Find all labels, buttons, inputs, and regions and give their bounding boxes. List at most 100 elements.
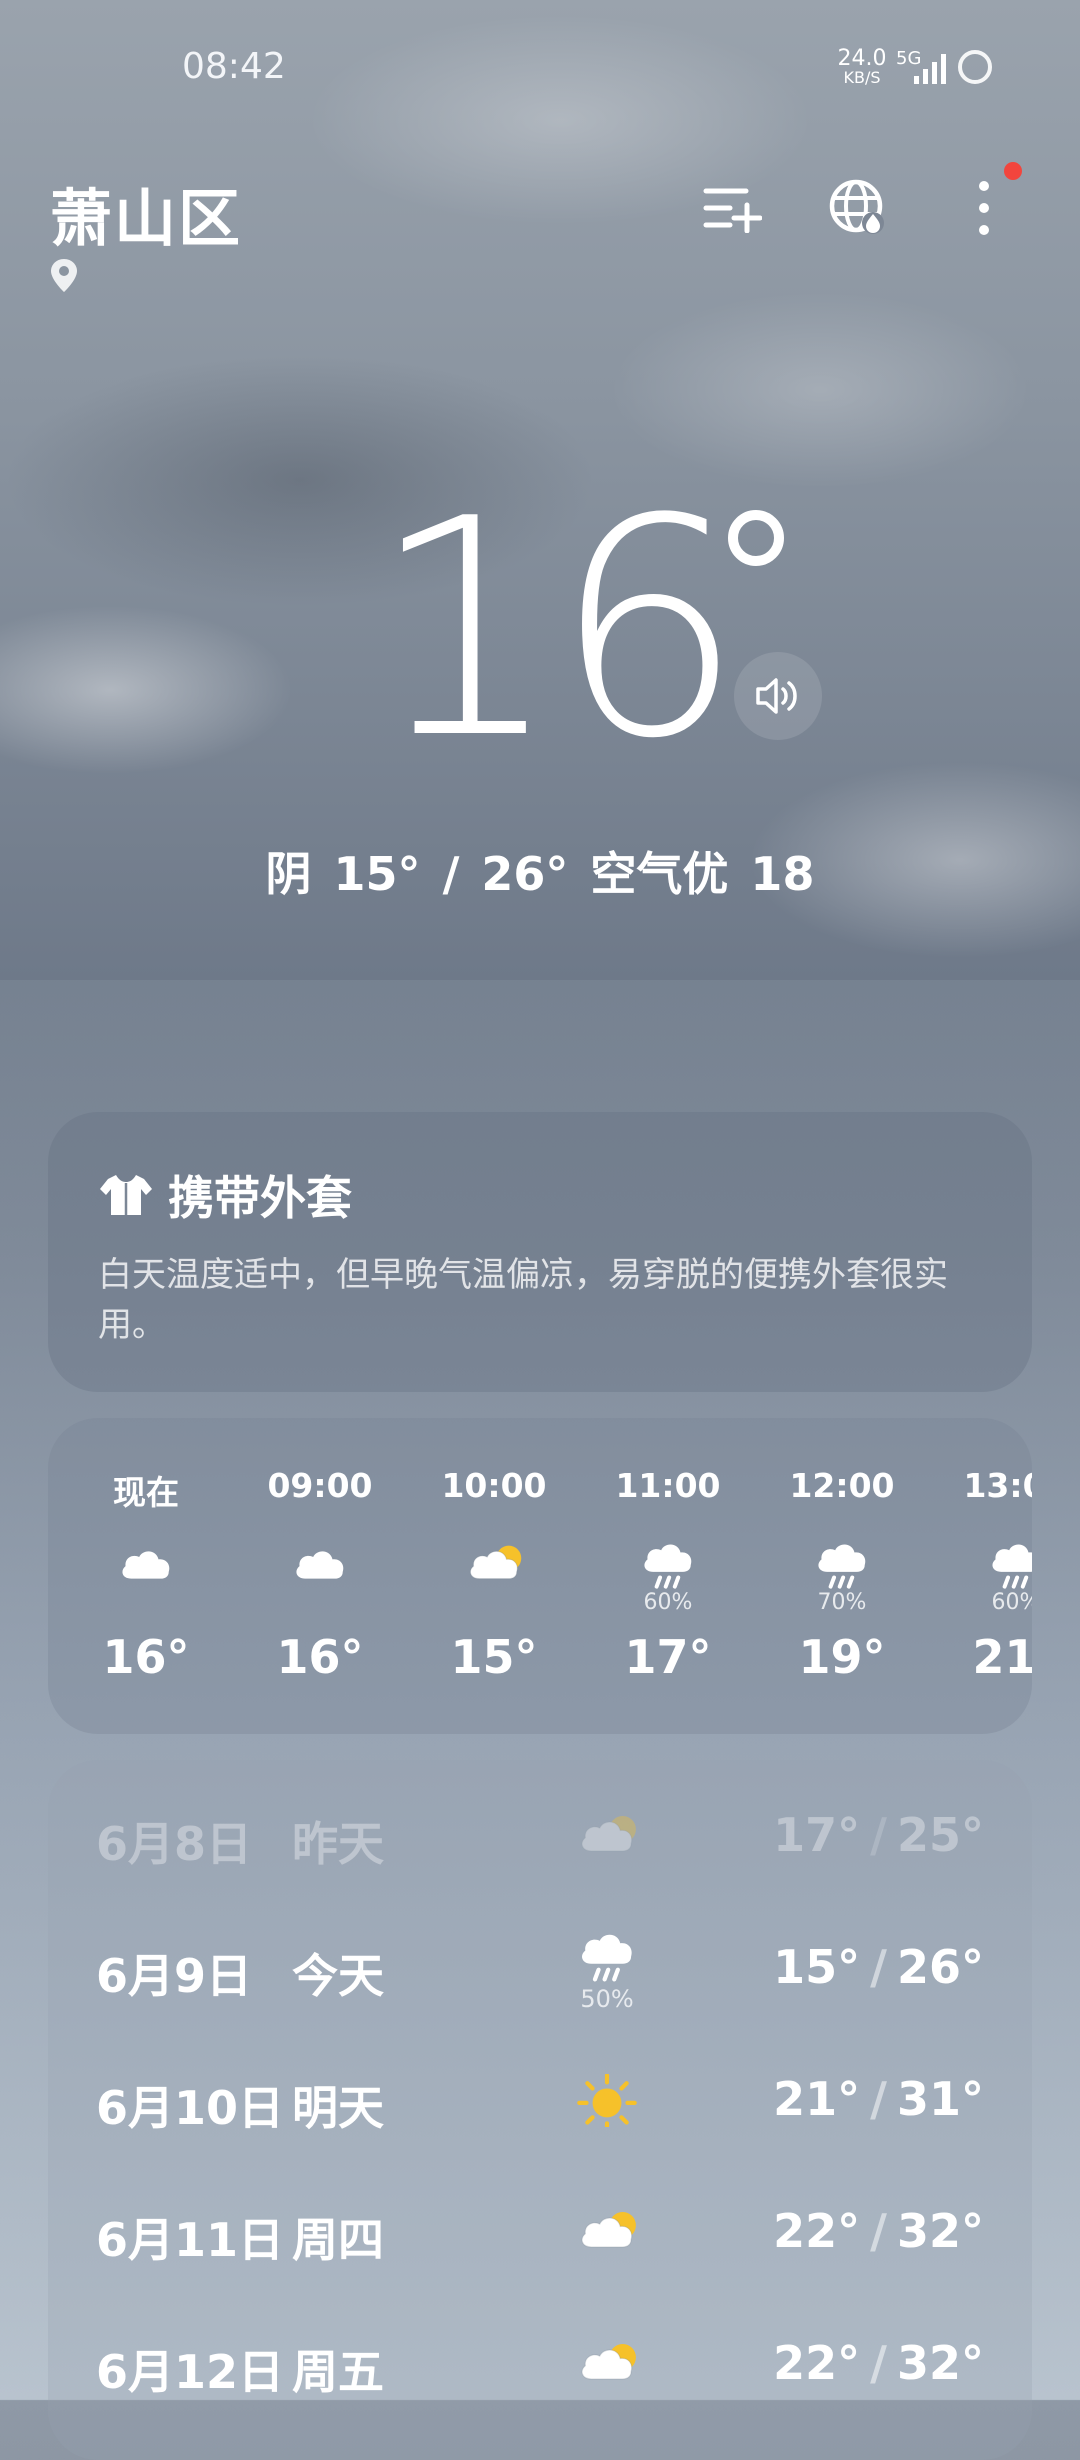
hourly-time: 10:00 [441,1466,547,1505]
partly-cloudy-icon [581,2212,636,2248]
daily-low: 17° [773,1808,861,1862]
hourly-temp: 19° [798,1630,886,1684]
daily-range: 17°/25° [773,1808,984,1862]
daily-range: 21°/31° [773,2072,984,2126]
hourly-icon-wrap [424,1510,564,1590]
voice-broadcast-button[interactable] [734,652,822,740]
hourly-temp: 21° [972,1630,1032,1684]
daily-icon-wrap [552,2074,662,2127]
daily-icon-wrap [552,2338,662,2391]
daily-row[interactable]: 6月8日 昨天 17°/25° [48,1808,1032,1918]
hourly-icon-wrap [250,1510,390,1590]
daily-row[interactable]: 6月11日 周四 22°/32° [48,2204,1032,2314]
network-speed: 24.0 KB/S [837,46,887,87]
range-separator: / [870,2072,887,2126]
daily-range: 15°/26° [773,1940,984,1994]
range-separator: / [870,2204,887,2258]
daily-high: 32° [896,2204,984,2258]
hourly-precip [250,1590,390,1616]
battery-icon [958,50,992,84]
daily-day: 今天 [292,1949,384,2003]
daily-forecast-card[interactable]: 6月8日 昨天 17°/25° 6月9日 今天 50% 15°/26° 6月10… [48,1760,1032,2460]
hourly-precip [76,1590,216,1616]
hourly-precip [424,1590,564,1616]
cloudy-icon [296,1551,344,1579]
hourly-temp: 15° [450,1630,538,1684]
daily-high: 31° [896,2072,984,2126]
tip-text: 白天温度适中，但早晚气温偏凉，易穿脱的便携外套很实用。 [98,1255,948,1345]
location-pin-icon [51,259,77,292]
hourly-icon-wrap [946,1510,1032,1590]
hourly-icon-wrap [772,1510,912,1590]
daily-range: 22°/32° [773,2204,984,2258]
hourly-item: 11:00 60% 17° [598,1466,738,1684]
more-button[interactable] [944,168,1024,248]
daily-row[interactable]: 6月9日 今天 50% 15°/26° [48,1934,1032,2050]
hourly-time: 现在 [113,1473,179,1512]
daily-icon-wrap [552,2206,662,2259]
clock: 08:42 [182,46,286,87]
add-city-icon [703,188,762,233]
tip-title: 携带外套 [98,1162,352,1228]
daily-icon-wrap [552,1810,662,1863]
weather-summary: 阴 15° / 26° 空气优 18 [265,847,815,901]
notification-dot [1004,162,1022,180]
daily-date: 6月8日 [96,1817,253,1871]
daily-low: 22° [773,2204,861,2258]
hourly-item: 09:00 16° [250,1466,390,1684]
rain-icon [582,1934,632,1982]
daily-row[interactable]: 6月12日 周五 22°/32° [48,2336,1032,2446]
header: 萧山区 [0,150,1080,300]
daily-date: 6月11日 [96,2213,285,2267]
add-city-button[interactable] [692,168,772,248]
current-temperature: 16 [370,455,744,804]
cloudy-icon [122,1551,170,1579]
rain-icon [818,1544,866,1589]
hourly-forecast-card[interactable]: 现在 16° 09:00 16° 10:00 15° 11:00 60% 17° 12:… [48,1418,1032,1734]
hourly-item: 10:00 15° [424,1466,564,1684]
clothing-tip-card[interactable]: 携带外套 白天温度适中，但早晚气温偏凉，易穿脱的便携外套很实用。 [48,1112,1032,1392]
signal-icon [914,54,946,84]
daily-low: 21° [773,2072,861,2126]
hourly-item: 13:00 60% 21° [946,1466,1032,1684]
hourly-time: 09:00 [267,1466,373,1505]
speaker-icon [756,678,797,714]
daily-low: 22° [773,2336,861,2390]
daily-day: 周四 [292,2213,384,2267]
partly-cloudy-icon [469,1545,522,1580]
daily-high: 32° [896,2336,984,2390]
globe-button[interactable] [818,168,898,248]
globe-icon [829,179,884,234]
sunny-icon [577,2074,637,2127]
daily-day: 周五 [292,2345,384,2399]
hourly-temp: 16° [102,1630,190,1684]
daily-low: 15° [773,1940,861,1994]
partly-cloudy-icon [581,2344,636,2380]
hourly-temp: 17° [624,1630,712,1684]
hourly-icon-wrap [76,1510,216,1590]
daily-date: 6月9日 [96,1949,253,2003]
hourly-item: 现在 16° [76,1466,216,1684]
daily-icon-wrap: 50% [552,1930,662,2013]
daily-row[interactable]: 6月10日 明天 21°/31° [48,2072,1032,2182]
hourly-precip: 60% [991,1590,1032,1615]
daily-high: 25° [896,1808,984,1862]
hourly-temp: 16° [276,1630,364,1684]
daily-date: 6月12日 [96,2345,285,2399]
hourly-item: 12:00 70% 19° [772,1466,912,1684]
daily-precip: 50% [580,1985,634,2013]
city-name[interactable]: 萧山区 [50,168,242,258]
daily-day: 昨天 [292,1817,384,1871]
hourly-precip: 60% [643,1590,693,1615]
daily-day: 明天 [292,2081,384,2135]
range-separator: / [870,1808,887,1862]
daily-date: 6月10日 [96,2081,285,2135]
hourly-time: 11:00 [615,1466,721,1505]
daily-range: 22°/32° [773,2336,984,2390]
status-bar: 08:42 24.0 KB/S 5G [0,0,1080,130]
rain-icon [644,1544,692,1589]
hourly-time: 13:00 [963,1466,1032,1505]
jacket-icon [100,1175,152,1215]
partly-cloudy-icon [581,1816,636,1852]
hourly-precip: 70% [817,1590,867,1615]
